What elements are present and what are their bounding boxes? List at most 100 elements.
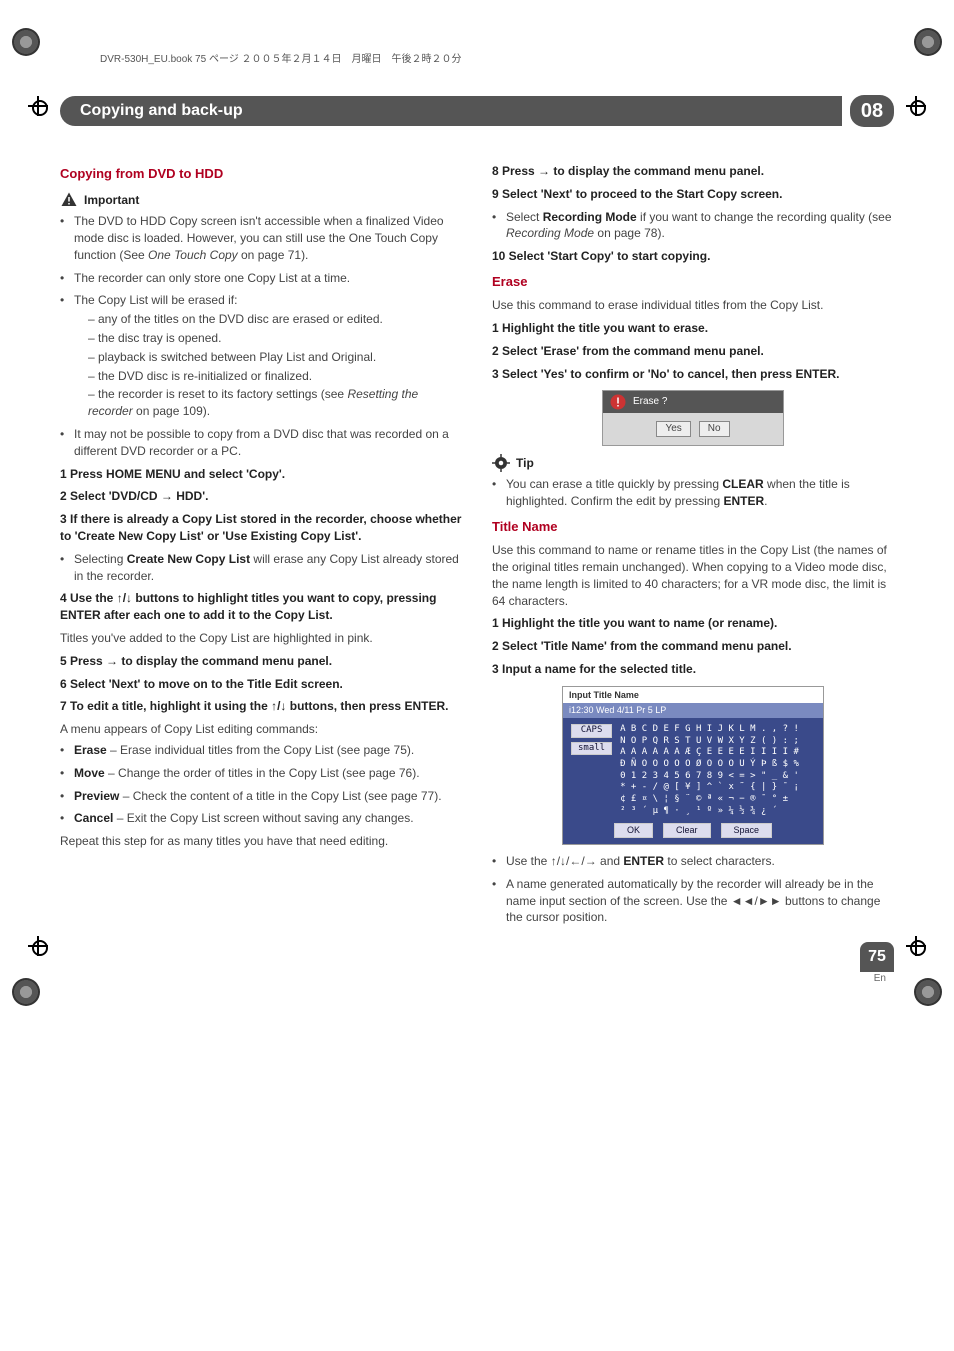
erase-confirm-dialog: Erase ? Yes No [602,390,784,446]
heading-copy-dvd-hdd: Copying from DVD to HDD [60,165,462,183]
bullet: Selecting Create New Copy List will eras… [60,551,462,585]
bullet: Cancel – Exit the Copy List screen witho… [60,810,462,827]
heading-title-name: Title Name [492,518,894,536]
step-2: 2 Select 'DVD/CD → HDD'. [60,488,462,505]
erase-step-1: 1 Highlight the title you want to erase. [492,320,894,337]
text-bold: ENTER [723,494,764,508]
sub-bullet: – the recorder is reset to its factory s… [74,386,462,420]
text-bold: Preview [74,789,119,803]
text: – Check the content of a title in the Co… [119,789,441,803]
register-mark-icon [28,936,48,956]
title-step-3: 3 Input a name for the selected title. [492,661,894,678]
bullet: It may not be possible to copy from a DV… [60,426,462,460]
text: to select characters. [664,854,775,868]
register-mark-icon [28,96,48,116]
section-number: 08 [850,95,894,127]
heading-erase: Erase [492,273,894,291]
dialog-title: Input Title Name [563,687,823,704]
bullet: The DVD to HDD Copy screen isn't accessi… [60,213,462,263]
book-header: DVR-530H_EU.book 75 ページ ２００５年２月１４日 月曜日 午… [100,50,894,65]
page-number-badge: 75 [860,942,894,972]
sub-bullet: – playback is switched between Play List… [74,349,462,366]
bullet: Preview – Check the content of a title i… [60,788,462,805]
erase-step-3: 3 Select 'Yes' to confirm or 'No' to can… [492,366,894,383]
bullet: Erase – Erase individual titles from the… [60,742,462,759]
section-title: Copying and back-up [60,96,842,126]
warning-triangle-icon [60,191,78,209]
repeat-note: Repeat this step for as many titles you … [60,833,462,850]
text-bold: Cancel [74,811,113,825]
step-10: 10 Select 'Start Copy' to start copying. [492,248,894,265]
step-7: 7 To edit a title, highlight it using th… [60,698,462,715]
sub-bullet: – the disc tray is opened. [74,330,462,347]
dialog-status-bar: i12:30 Wed 4/11 Pr 5 LP [563,703,823,718]
title-step-2: 2 Select 'Title Name' from the command m… [492,638,894,655]
text-bold: Recording Mode [543,210,637,224]
erase-step-2: 2 Select 'Erase' from the command menu p… [492,343,894,360]
left-column: Copying from DVD to HDD Important The DV… [60,157,462,986]
clear-button[interactable]: Clear [663,823,711,838]
corner-disc-icon [12,28,40,56]
text-bold: Erase [74,743,107,757]
corner-disc-icon [12,978,40,1006]
page-lang: En [492,972,894,986]
sub-bullet: – any of the titles on the DVD disc are … [74,311,462,328]
text: Select [506,210,543,224]
sub-bullet: – the DVD disc is re-initialized or fina… [74,368,462,385]
section-title-bar: Copying and back-up 08 [60,95,894,127]
text-bold: Move [74,766,105,780]
text: Use the ↑/↓/←/→ and [506,854,623,868]
text: The Copy List will be erased if: [74,293,237,307]
title-step-1: 1 Highlight the title you want to name (… [492,615,894,632]
text-bold: Create New Copy List [127,552,250,566]
text: Selecting [74,552,127,566]
corner-disc-icon [914,28,942,56]
caps-button[interactable]: CAPS [571,724,612,738]
input-title-name-dialog: Input Title Name i12:30 Wed 4/11 Pr 5 LP… [562,686,824,845]
tip-callout: Tip [492,454,894,472]
text-bold: CLEAR [722,477,763,491]
text: – Erase individual titles from the Copy … [107,743,415,757]
text: . [764,494,767,508]
step-9: 9 Select 'Next' to proceed to the Start … [492,186,894,203]
text-italic: One Touch Copy [148,248,238,262]
text: on page 71). [238,248,309,262]
bullet: A name generated automatically by the re… [492,876,894,926]
step-5: 5 Press → to display the command menu pa… [60,653,462,670]
step-6: 6 Select 'Next' to move on to the Title … [60,676,462,693]
text: – Exit the Copy List screen without savi… [113,811,413,825]
text-bold: ENTER [623,854,664,868]
corner-disc-icon [914,978,942,1006]
ok-button[interactable]: OK [614,823,653,838]
text: if you want to change the recording qual… [637,210,892,224]
alert-icon [609,393,627,411]
char-grid[interactable]: A B C D E F G H I J K L M . , ? ! N O P … [620,724,799,818]
erase-desc: Use this command to erase individual tit… [492,297,894,314]
step-1: 1 Press HOME MENU and select 'Copy'. [60,466,462,483]
right-column: 8 Press → to display the command menu pa… [492,157,894,986]
bullet: Move – Change the order of titles in the… [60,765,462,782]
bullet: You can erase a title quickly by pressin… [492,476,894,510]
gear-tip-icon [492,454,510,472]
step-4: 4 Use the ↑/↓ buttons to highlight title… [60,590,462,624]
tip-label: Tip [516,455,534,472]
text: on page 78). [594,226,665,240]
dialog-yes-button[interactable]: Yes [656,421,690,437]
important-label: Important [84,192,139,209]
title-name-desc: Use this command to name or rename title… [492,542,894,609]
bullet: The Copy List will be erased if: – any o… [60,292,462,420]
step-3: 3 If there is already a Copy List stored… [60,511,462,545]
small-button[interactable]: small [571,742,612,756]
space-button[interactable]: Space [721,823,773,838]
text: on page 109). [133,404,210,418]
dialog-question: Erase ? [633,395,667,409]
dialog-no-button[interactable]: No [699,421,730,437]
bullet: The recorder can only store one Copy Lis… [60,270,462,287]
step-7-trail: A menu appears of Copy List editing comm… [60,721,462,738]
step-4-trail: Titles you've added to the Copy List are… [60,630,462,647]
important-callout: Important [60,191,462,209]
register-mark-icon [906,96,926,116]
step-8: 8 Press → to display the command menu pa… [492,163,894,180]
text: – the recorder is reset to its factory s… [88,387,347,401]
bullet: Select Recording Mode if you want to cha… [492,209,894,243]
